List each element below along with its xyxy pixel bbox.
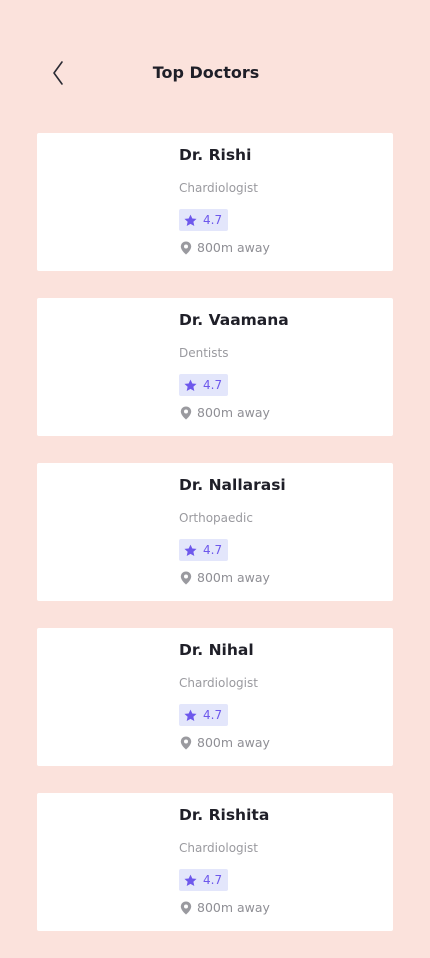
location-pin-icon [180, 241, 192, 254]
distance-text: 800m away [197, 240, 270, 255]
location-pin-icon [180, 571, 192, 584]
star-icon [184, 214, 197, 226]
doctor-name: Dr. Nallarasi [179, 476, 286, 494]
rating-value: 4.7 [203, 708, 223, 722]
doctor-specialty: Dentists [179, 346, 229, 360]
page-title: Top Doctors [152, 63, 260, 82]
rating-badge: 4.7 [179, 209, 229, 231]
rating-badge: 4.7 [179, 539, 229, 561]
doctor-photo [49, 475, 159, 589]
distance-info: 800m away [180, 570, 270, 585]
distance-text: 800m away [197, 570, 270, 585]
star-icon [184, 544, 197, 556]
doctor-name: Dr. Rishita [179, 806, 270, 824]
header: Top Doctors [0, 0, 430, 110]
doctor-card[interactable]: Dr. Vaamana Dentists 4.7 800m away [37, 298, 393, 436]
star-icon [184, 874, 197, 886]
distance-text: 800m away [197, 900, 270, 915]
rating-value: 4.7 [203, 873, 223, 887]
doctor-photo [49, 805, 159, 919]
star-icon [184, 709, 197, 721]
location-pin-icon [180, 901, 192, 914]
location-pin-icon [180, 406, 192, 419]
doctor-photo [49, 640, 159, 754]
location-pin-icon [180, 736, 192, 749]
doctor-card[interactable]: Dr. Rishita Chardiologist 4.7 800m away [37, 793, 393, 931]
doctor-specialty: Chardiologist [179, 181, 258, 195]
doctor-card[interactable]: Dr. Nihal Chardiologist 4.7 800m away [37, 628, 393, 766]
doctor-name: Dr. Nihal [179, 641, 254, 659]
doctor-specialty: Chardiologist [179, 841, 258, 855]
doctor-photo [49, 145, 159, 259]
distance-text: 800m away [197, 735, 270, 750]
doctor-photo [49, 310, 159, 424]
distance-info: 800m away [180, 405, 270, 420]
rating-value: 4.7 [203, 213, 223, 227]
distance-text: 800m away [197, 405, 270, 420]
rating-badge: 4.7 [179, 374, 229, 396]
star-icon [184, 379, 197, 391]
doctor-specialty: Orthopaedic [179, 511, 253, 525]
doctor-name: Dr. Vaamana [179, 311, 289, 329]
distance-info: 800m away [180, 240, 270, 255]
rating-value: 4.7 [203, 543, 223, 557]
distance-info: 800m away [180, 735, 270, 750]
distance-info: 800m away [180, 900, 270, 915]
doctor-card[interactable]: Dr. Nallarasi Orthopaedic 4.7 800m away [37, 463, 393, 601]
rating-badge: 4.7 [179, 869, 229, 891]
doctor-list: Dr. Rishi Chardiologist 4.7 800m away Dr… [37, 133, 393, 958]
rating-value: 4.7 [203, 378, 223, 392]
doctor-name: Dr. Rishi [179, 146, 252, 164]
doctor-specialty: Chardiologist [179, 676, 258, 690]
rating-badge: 4.7 [179, 704, 229, 726]
doctor-card[interactable]: Dr. Rishi Chardiologist 4.7 800m away [37, 133, 393, 271]
